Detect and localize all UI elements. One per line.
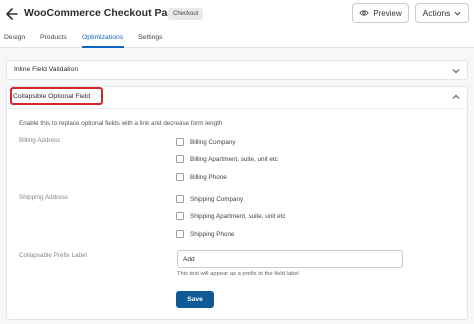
highlight-annotation bbox=[10, 87, 103, 105]
checkbox-shipping-company[interactable]: Shipping Company bbox=[176, 194, 243, 204]
preview-button[interactable]: Preview bbox=[352, 3, 409, 23]
checkbox-billing-phone[interactable]: Billing Phone bbox=[176, 172, 227, 182]
chevron-up-icon bbox=[452, 94, 460, 99]
accordion-header[interactable]: Collapsible Optional Field bbox=[7, 87, 467, 109]
chevron-down-icon bbox=[454, 11, 461, 15]
billing-address-label: Billing Address bbox=[19, 137, 61, 144]
tab-design[interactable]: Design bbox=[4, 34, 25, 41]
page-type-badge: Checkout bbox=[168, 8, 204, 20]
chevron-down-icon bbox=[452, 69, 460, 74]
checkbox-label: Billing Company bbox=[190, 138, 236, 146]
checkbox[interactable] bbox=[176, 138, 184, 146]
checkbox-shipping-apartment[interactable]: Shipping Apartment, suite, unit etc bbox=[176, 211, 286, 221]
active-tab-indicator bbox=[82, 46, 124, 48]
preview-button-label: Preview bbox=[373, 8, 402, 18]
checkbox-label: Billing Phone bbox=[190, 173, 227, 181]
tab-bar: Design Products Optimizations Settings bbox=[0, 30, 474, 48]
shipping-address-label: Shipping Address bbox=[19, 194, 69, 201]
actions-button[interactable]: Actions bbox=[415, 3, 469, 23]
checkbox-label: Shipping Phone bbox=[190, 230, 235, 238]
checkbox-label: Shipping Apartment, suite, unit etc bbox=[190, 212, 286, 220]
checkbox[interactable] bbox=[176, 195, 184, 203]
save-button[interactable]: Save bbox=[176, 291, 214, 308]
page-title: WooCommerce Checkout Page bbox=[24, 7, 180, 19]
tab-optimizations[interactable]: Optimizations bbox=[82, 34, 123, 41]
checkbox-label: Billing Apartment, suite, unit etc bbox=[190, 155, 278, 163]
accordion-title: Inline Field Validation bbox=[14, 66, 79, 73]
checkbox-billing-company[interactable]: Billing Company bbox=[176, 137, 236, 147]
checkbox[interactable] bbox=[176, 173, 184, 181]
checkbox-label: Shipping Company bbox=[190, 195, 244, 203]
prefix-help-text: This text will appear as a prefix to the… bbox=[177, 271, 299, 277]
header-bar: WooCommerce Checkout Page Checkout Previ… bbox=[0, 0, 474, 30]
back-arrow-icon[interactable] bbox=[4, 6, 20, 22]
checkbox[interactable] bbox=[176, 212, 184, 220]
prefix-label-caption: Collapsable Prefix Label bbox=[19, 252, 87, 259]
section-description: Enable this to replace optional fields w… bbox=[19, 120, 223, 127]
eye-icon bbox=[359, 10, 369, 16]
prefix-label-input[interactable] bbox=[177, 250, 403, 268]
tab-settings[interactable]: Settings bbox=[138, 34, 163, 41]
checkbox[interactable] bbox=[176, 230, 184, 238]
actions-button-label: Actions bbox=[422, 8, 451, 18]
accordion-collapsible-optional-field: Collapsible Optional Field Enable this t… bbox=[6, 86, 468, 320]
tab-products[interactable]: Products bbox=[40, 34, 67, 41]
checkbox-billing-apartment[interactable]: Billing Apartment, suite, unit etc bbox=[176, 154, 278, 164]
checkbox-shipping-phone[interactable]: Shipping Phone bbox=[176, 229, 234, 239]
checkbox[interactable] bbox=[176, 155, 184, 163]
accordion-inline-field-validation[interactable]: Inline Field Validation bbox=[6, 60, 468, 80]
